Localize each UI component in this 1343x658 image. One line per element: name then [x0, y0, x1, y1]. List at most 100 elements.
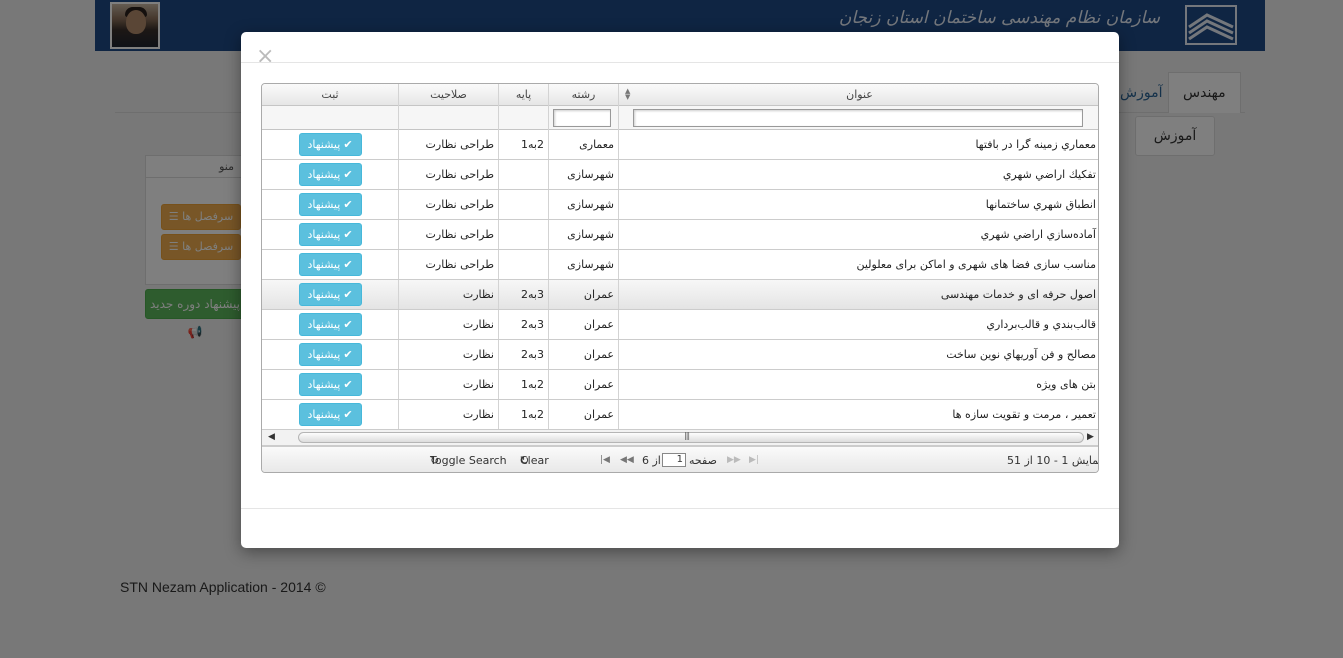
scroll-right-icon[interactable]: ▶ [1087, 432, 1094, 442]
next-page-icon[interactable]: ▶▶ [727, 447, 741, 472]
register-cell: ✔پیشنهاد [262, 310, 398, 339]
grid-body: معماري زمينه گرا در بافتها معماری 2به1 طراح… [262, 130, 1098, 430]
first-page-icon[interactable]: |◀ [600, 447, 610, 472]
competence-cell: نظارت [398, 280, 498, 309]
base-cell: 3به2 [498, 340, 548, 369]
register-cell: ✔پیشنهاد [262, 280, 398, 309]
base-cell: 2به1 [498, 130, 548, 159]
competence-cell: نظارت [398, 340, 498, 369]
competence-cell: نظارت [398, 370, 498, 399]
table-row[interactable]: اصول حرفه ای و خدمات مهندسی عمران 3به2 نظار… [262, 280, 1098, 310]
course-title-cell: انطباق شهري ساختمانها [618, 190, 1098, 219]
course-title-cell: تفكيك اراضي شهري [618, 160, 1098, 189]
base-cell [498, 190, 548, 219]
check-icon: ✔ [343, 198, 353, 211]
competence-cell: طراحی نظارت [398, 250, 498, 279]
table-row[interactable]: قالب‌بندي و قالب‌برداري عمران 3به2 نظارت ✔پی… [262, 310, 1098, 340]
base-cell: 2به1 [498, 400, 548, 429]
competence-cell: نظارت [398, 400, 498, 429]
course-title-cell: آماده‌سازي اراضي شهري [618, 220, 1098, 249]
field-cell: عمران [548, 310, 618, 339]
course-title-cell: بتن های ویژه [618, 370, 1098, 399]
field-cell: شهرسازی [548, 250, 618, 279]
field-cell: عمران [548, 340, 618, 369]
field-cell: عمران [548, 400, 618, 429]
suggest-button[interactable]: ✔پیشنهاد [298, 283, 362, 306]
competence-cell: نظارت [398, 310, 498, 339]
base-cell [498, 160, 548, 189]
check-icon: ✔ [343, 378, 353, 391]
suggest-button[interactable]: ✔پیشنهاد [298, 223, 362, 246]
register-cell: ✔پیشنهاد [262, 160, 398, 189]
suggest-button[interactable]: ✔پیشنهاد [298, 163, 362, 186]
filter-toolbar [262, 106, 1098, 130]
table-row[interactable]: بتن های ویژه عمران 2به1 نظارت ✔پیشنهاد [262, 370, 1098, 400]
column-header-title[interactable]: عنوان ▲ ▼ [618, 84, 1098, 106]
register-cell: ✔پیشنهاد [262, 220, 398, 249]
suggest-button[interactable]: ✔پیشنهاد [298, 403, 362, 426]
suggest-button[interactable]: ✔پیشنهاد [298, 373, 362, 396]
course-modal: × عنوان ▲ ▼ رشته پایه صلاحیت ثبت معماري ز… [241, 32, 1119, 548]
title-filter-input[interactable] [633, 109, 1083, 127]
sort-icon[interactable]: ▲ ▼ [625, 88, 630, 101]
field-filter-input[interactable] [553, 109, 611, 127]
check-icon: ✔ [343, 168, 353, 181]
suggest-button[interactable]: ✔پیشنهاد [298, 133, 362, 156]
check-icon: ✔ [343, 288, 353, 301]
base-cell [498, 250, 548, 279]
column-header-field[interactable]: رشته [548, 84, 618, 106]
base-cell: 3به2 [498, 310, 548, 339]
check-icon: ✔ [343, 228, 353, 241]
competence-cell: طراحی نظارت [398, 160, 498, 189]
check-icon: ✔ [343, 258, 353, 271]
horizontal-scrollbar[interactable]: ◀ ||| ▶ [262, 430, 1098, 446]
competence-cell: طراحی نظارت [398, 130, 498, 159]
scroll-thumb[interactable]: ||| [298, 431, 1084, 443]
column-header-base[interactable]: پایه [498, 84, 548, 106]
register-cell: ✔پیشنهاد [262, 400, 398, 429]
register-cell: ✔پیشنهاد [262, 340, 398, 369]
table-row[interactable]: آماده‌سازي اراضي شهري شهرسازی طراحی نظارت ✔… [262, 220, 1098, 250]
course-title-cell: مصالح و فن آوريهاي نوين ساخت [618, 340, 1098, 369]
table-row[interactable]: تفكيك اراضي شهري شهرسازی طراحی نظارت ✔پیشنه… [262, 160, 1098, 190]
prev-page-icon[interactable]: ◀◀ [620, 447, 634, 472]
suggest-button[interactable]: ✔پیشنهاد [298, 193, 362, 216]
check-icon: ✔ [343, 408, 353, 421]
last-page-icon[interactable]: ▶| [749, 447, 759, 472]
competence-cell: طراحی نظارت [398, 220, 498, 249]
check-icon: ✔ [343, 348, 353, 361]
page-number-input[interactable]: 1 [662, 453, 686, 467]
course-title-cell: اصول حرفه ای و خدمات مهندسی [618, 280, 1098, 309]
base-cell: 3به2 [498, 280, 548, 309]
table-row[interactable]: مصالح و فن آوريهاي نوين ساخت عمران 3به2 نظا… [262, 340, 1098, 370]
field-cell: معماری [548, 130, 618, 159]
course-title-cell: تعمیر ، مرمت و تقویت سازه ها [618, 400, 1098, 429]
field-cell: عمران [548, 280, 618, 309]
scroll-left-icon[interactable]: ◀ [268, 432, 275, 442]
grid-pager: ↻ Toggle Search ↻ Clear |◀ ◀◀ از 6 1 صفح… [262, 446, 1098, 472]
table-row[interactable]: معماري زمينه گرا در بافتها معماری 2به1 طراح… [262, 130, 1098, 160]
course-title-cell: قالب‌بندي و قالب‌برداري [618, 310, 1098, 339]
course-title-cell: مناسب سازی فضا های شهری و اماکن برای معل… [618, 250, 1098, 279]
field-cell: شهرسازی [548, 190, 618, 219]
register-cell: ✔پیشنهاد [262, 250, 398, 279]
suggest-button[interactable]: ✔پیشنهاد [298, 253, 362, 276]
base-cell: 2به1 [498, 370, 548, 399]
table-row[interactable]: انطباق شهري ساختمانها شهرسازی طراحی نظارت ✔… [262, 190, 1098, 220]
table-row[interactable]: مناسب سازی فضا های شهری و اماکن برای معل… [262, 250, 1098, 280]
suggest-button[interactable]: ✔پیشنهاد [298, 343, 362, 366]
suggest-button[interactable]: ✔پیشنهاد [298, 313, 362, 336]
check-icon: ✔ [343, 318, 353, 331]
check-icon: ✔ [343, 138, 353, 151]
register-cell: ✔پیشنهاد [262, 130, 398, 159]
column-header-competence[interactable]: صلاحیت [398, 84, 498, 106]
grid-header: عنوان ▲ ▼ رشته پایه صلاحیت ثبت [262, 84, 1098, 106]
courses-grid: عنوان ▲ ▼ رشته پایه صلاحیت ثبت معماري زمي… [261, 83, 1099, 473]
column-header-register: ثبت [321, 88, 339, 101]
course-title-cell: معماري زمينه گرا در بافتها [618, 130, 1098, 159]
page-label: صفحه [689, 454, 717, 467]
base-cell [498, 220, 548, 249]
field-cell: شهرسازی [548, 220, 618, 249]
close-icon[interactable]: × [256, 45, 274, 69]
table-row[interactable]: تعمیر ، مرمت و تقویت سازه ها عمران 2به1 نظا… [262, 400, 1098, 430]
